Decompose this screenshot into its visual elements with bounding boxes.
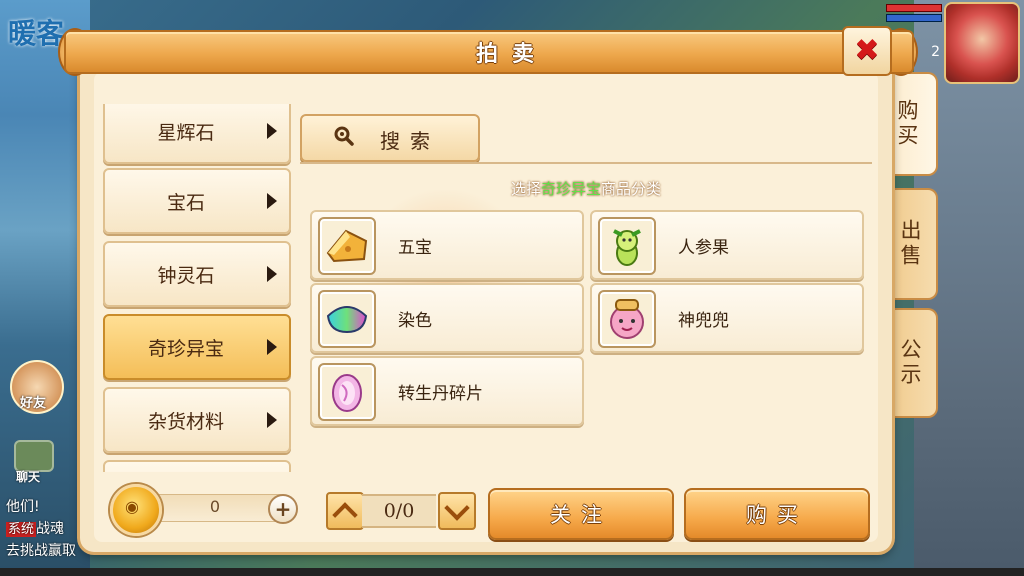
divider — [300, 162, 872, 164]
chat-label: 聊天 — [16, 470, 41, 484]
close-icon: ✖ — [854, 33, 880, 68]
add-currency-button[interactable]: + — [268, 494, 298, 524]
rebirth-pill-fragment-icon — [318, 363, 376, 421]
tab-sell[interactable]: 出售 — [884, 188, 938, 300]
item-card[interactable]: 人参果 — [590, 210, 864, 280]
category-item[interactable]: 钟灵石 — [103, 241, 291, 307]
category-list[interactable]: 星辉石 宝石 钟灵石 奇珍异宝 杂货材料 — [100, 104, 292, 472]
category-item-selected[interactable]: 奇珍异宝 — [103, 314, 291, 380]
item-card[interactable]: 转生丹碎片 — [310, 356, 584, 426]
search-label: 搜索 — [380, 129, 440, 153]
exp-bar — [0, 568, 1024, 576]
category-item[interactable]: 星辉石 — [103, 104, 291, 164]
chevron-up-icon — [332, 502, 358, 528]
background-scene-left — [0, 0, 90, 576]
system-tag: 系统 — [6, 522, 37, 537]
gold-coin-icon: ◉ — [110, 484, 162, 536]
chat-line: 他们! — [6, 499, 40, 515]
currency-value: 0 — [209, 497, 221, 516]
ginseng-fruit-icon — [598, 217, 656, 275]
item-card[interactable]: 神兜兜 — [590, 283, 864, 353]
search-icon — [334, 126, 354, 146]
arrow-right-icon — [267, 266, 277, 282]
arrow-right-icon — [267, 412, 277, 428]
close-button[interactable]: ✖ — [842, 26, 892, 76]
category-item[interactable]: 宝石 — [103, 168, 291, 234]
tab-notice[interactable]: 公示 — [884, 308, 938, 418]
chat-line: 去挑战赢取 — [6, 543, 76, 559]
dye-icon — [318, 290, 376, 348]
buy-button[interactable]: 购买 — [684, 488, 870, 540]
hp-bar — [886, 4, 942, 12]
currency-display: ◉ 0 + — [110, 484, 298, 536]
arrow-right-icon — [267, 123, 277, 139]
treasure-wubao-icon — [318, 217, 376, 275]
category-item[interactable]: 杂货材料 — [103, 387, 291, 453]
arrow-right-icon — [267, 193, 277, 209]
arrow-right-icon — [267, 339, 277, 355]
mp-bar — [886, 14, 942, 22]
follow-button[interactable]: 关注 — [488, 488, 674, 540]
item-card[interactable]: 五宝 — [310, 210, 584, 280]
pocket-pet-icon — [598, 290, 656, 348]
page-indicator: 0/0 — [362, 494, 436, 528]
item-card[interactable]: 染色 — [310, 283, 584, 353]
chat-line: 系统 战魂 — [6, 521, 65, 537]
chevron-down-icon — [444, 495, 470, 521]
search-button[interactable]: 搜索 — [300, 114, 480, 162]
page-down-button[interactable] — [438, 492, 476, 530]
category-item[interactable] — [103, 460, 291, 472]
friend-label: 好友 — [20, 396, 47, 411]
category-hint: 选择奇珍异宝商品分类 — [510, 180, 662, 198]
page-up-button[interactable] — [326, 492, 364, 530]
